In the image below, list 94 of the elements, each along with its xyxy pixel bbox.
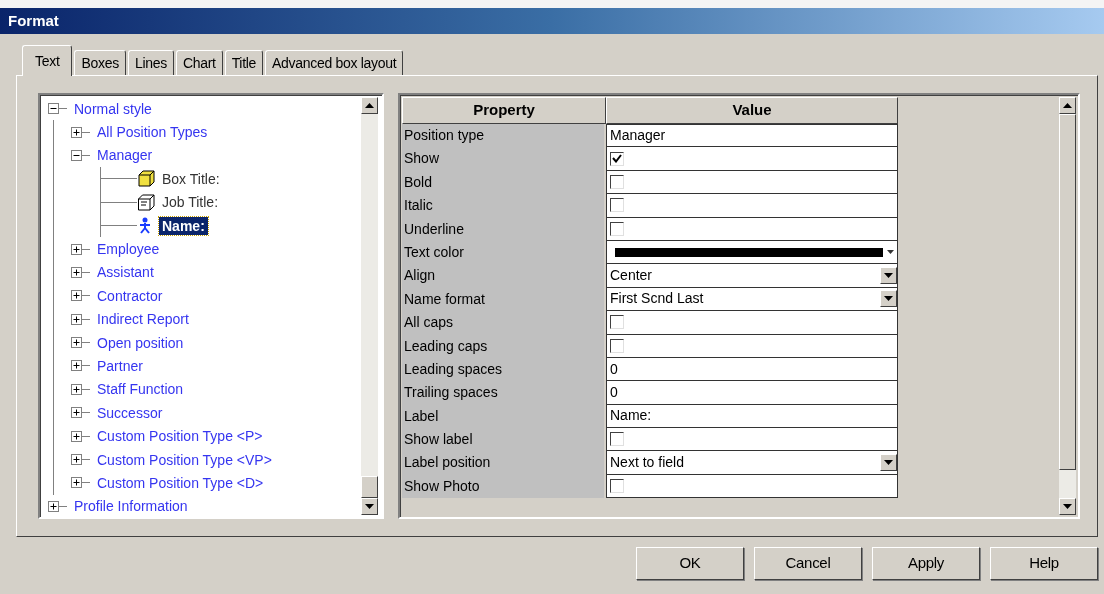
tree-item[interactable]: Contractor [94, 286, 166, 305]
property-name: Show label [402, 428, 604, 452]
color-field[interactable] [606, 240, 898, 265]
dialog-button[interactable]: Help [990, 547, 1098, 580]
property-name: Italic [402, 194, 604, 218]
expand-icon[interactable] [71, 266, 82, 278]
tree-item[interactable]: All Position Types [94, 123, 211, 142]
property-name: Name format [402, 287, 604, 312]
tree-item[interactable]: Staff Function [94, 380, 187, 399]
box-icon [137, 170, 155, 188]
expand-icon[interactable] [71, 126, 82, 138]
tab[interactable]: Boxes [74, 50, 126, 75]
collapse-icon[interactable] [48, 103, 59, 115]
checkbox[interactable] [610, 151, 624, 166]
dropdown-arrow-icon [884, 296, 893, 302]
dropdown-field[interactable]: Center [610, 264, 897, 287]
dropdown-arrow-icon [887, 250, 894, 255]
tab[interactable]: Title [224, 50, 264, 75]
tree-item[interactable]: Manager [94, 146, 156, 165]
property-name: Text color [402, 240, 604, 265]
tree-item[interactable]: Name: [159, 216, 208, 235]
dropdown-arrow-icon [884, 460, 893, 466]
dropdown-arrow-icon [884, 273, 893, 279]
column-header: Property [402, 97, 606, 124]
checkbox[interactable] [610, 174, 624, 189]
tree-item[interactable]: Assistant [94, 263, 157, 282]
collapse-icon[interactable] [71, 149, 82, 161]
window-title: Format [0, 8, 1104, 34]
tab[interactable]: Chart [175, 50, 223, 75]
tree-item[interactable]: Custom Position Type <P> [94, 427, 266, 446]
value-field[interactable]: Name: [606, 404, 898, 429]
tree-item[interactable]: Custom Position Type <D> [94, 473, 267, 492]
down-arrow-icon [365, 504, 374, 509]
property-name: Align [402, 264, 604, 288]
property-name: Show [402, 147, 604, 171]
dialog-button[interactable]: Apply [872, 547, 980, 580]
tree-item[interactable]: Successor [94, 403, 166, 422]
expand-icon[interactable] [71, 383, 82, 395]
expand-icon[interactable] [71, 313, 82, 325]
dropdown-field[interactable]: Next to field [610, 451, 897, 474]
tree-item[interactable]: Job Title: [159, 193, 222, 212]
expand-icon[interactable] [71, 290, 82, 302]
checkbox[interactable] [610, 315, 624, 330]
tree-item[interactable]: Box Title: [159, 169, 223, 188]
expand-icon[interactable] [71, 360, 82, 372]
checkmark-icon [612, 154, 622, 164]
expand-icon[interactable] [71, 430, 82, 442]
up-arrow-icon [365, 103, 374, 108]
property-name: Label [402, 404, 604, 429]
checkbox[interactable] [610, 479, 624, 494]
checkbox[interactable] [610, 432, 624, 447]
tree-item[interactable]: Indirect Report [94, 310, 192, 329]
dialog-button[interactable]: Cancel [754, 547, 862, 580]
tree-item[interactable]: Employee [94, 240, 163, 259]
scroll-thumb[interactable] [361, 476, 378, 498]
tab[interactable]: Advanced box layout [265, 50, 404, 75]
column-header: Value [606, 97, 898, 124]
value-field[interactable]: 0 [606, 357, 898, 382]
property-name: Bold [402, 170, 604, 195]
expand-icon[interactable] [71, 243, 82, 255]
down-arrow-icon [1063, 504, 1072, 509]
scroll-up-button[interactable] [361, 97, 378, 114]
scroll-up-button[interactable] [1059, 97, 1076, 114]
checkbox[interactable] [610, 221, 624, 236]
scrollbar[interactable] [361, 97, 378, 515]
value-field[interactable]: Manager [606, 124, 898, 148]
value-field[interactable]: 0 [606, 381, 898, 405]
property-name: Show Photo [402, 474, 604, 499]
property-name: Leading caps [402, 334, 604, 358]
checkbox[interactable] [610, 198, 624, 213]
tab[interactable]: Lines [127, 50, 174, 75]
expand-icon[interactable] [71, 477, 82, 489]
expand-icon[interactable] [71, 407, 82, 419]
tree-item[interactable]: Custom Position Type <VP> [94, 450, 275, 469]
tree-item[interactable]: Partner [94, 357, 146, 375]
expand-icon[interactable] [71, 454, 82, 466]
dialog-button[interactable]: OK [636, 547, 744, 580]
property-name: Leading spaces [402, 357, 604, 382]
expand-icon[interactable] [48, 500, 59, 512]
property-name: Trailing spaces [402, 381, 604, 405]
checkbox[interactable] [610, 338, 624, 353]
tree-item[interactable]: Normal style [71, 99, 155, 118]
scroll-down-button[interactable] [361, 498, 378, 515]
tab[interactable]: Text [22, 45, 73, 76]
property-name: Underline [402, 217, 604, 241]
box-outline-icon [137, 193, 155, 211]
tree-item[interactable]: Open position [94, 333, 187, 352]
tree-item[interactable]: Profile Information [71, 497, 191, 516]
property-name: Position type [402, 124, 604, 148]
expand-icon[interactable] [71, 337, 82, 349]
scroll-down-button[interactable] [1059, 498, 1076, 515]
up-arrow-icon [1063, 103, 1072, 108]
property-name: All caps [402, 311, 604, 335]
property-name: Label position [402, 451, 604, 475]
